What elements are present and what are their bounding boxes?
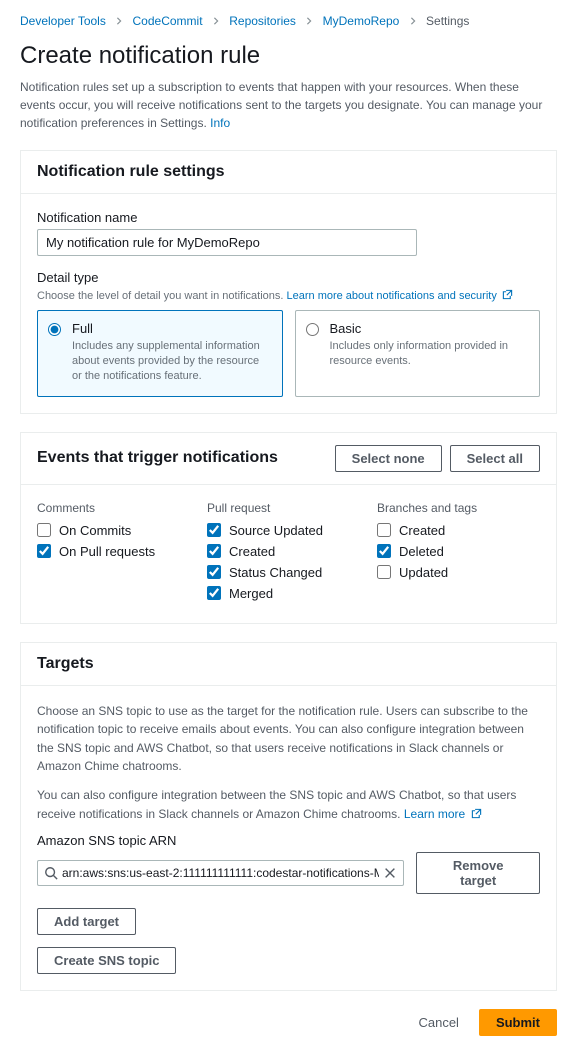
event-checkbox-row[interactable]: Created xyxy=(207,544,337,559)
crumb-codecommit[interactable]: CodeCommit xyxy=(133,14,203,28)
detail-type-learn-more-link[interactable]: Learn more about notifications and secur… xyxy=(287,290,513,302)
event-checkbox[interactable] xyxy=(377,565,391,579)
event-checkbox-row[interactable]: On Pull requests xyxy=(37,544,167,559)
event-checkbox-row[interactable]: Status Changed xyxy=(207,565,337,580)
detail-type-basic-desc: Includes only information provided in re… xyxy=(330,339,528,369)
events-column: Pull request Source Updated Created Status … xyxy=(207,501,337,607)
event-checkbox-row[interactable]: Created xyxy=(377,523,507,538)
event-checkbox-row[interactable]: Deleted xyxy=(377,544,507,559)
crumb-repositories[interactable]: Repositories xyxy=(229,14,296,28)
event-checkbox-label: Deleted xyxy=(399,544,444,559)
notification-name-input[interactable] xyxy=(37,229,417,256)
event-checkbox[interactable] xyxy=(207,586,221,600)
event-checkbox[interactable] xyxy=(37,544,51,558)
event-checkbox-label: Source Updated xyxy=(229,523,323,538)
arn-input-wrapper[interactable] xyxy=(37,860,404,886)
crumb-settings: Settings xyxy=(426,14,469,28)
event-checkbox[interactable] xyxy=(207,544,221,558)
detail-type-label: Detail type xyxy=(37,270,540,285)
detail-type-full-title: Full xyxy=(72,321,270,336)
event-checkbox[interactable] xyxy=(37,523,51,537)
event-checkbox-label: On Pull requests xyxy=(59,544,155,559)
arn-label: Amazon SNS topic ARN xyxy=(37,833,540,848)
events-column: Comments On Commits On Pull requests xyxy=(37,501,167,607)
chevron-right-icon xyxy=(409,14,417,28)
select-all-button[interactable]: Select all xyxy=(450,445,540,472)
event-checkbox[interactable] xyxy=(207,565,221,579)
submit-button[interactable]: Submit xyxy=(479,1009,557,1036)
chevron-right-icon xyxy=(212,14,220,28)
create-sns-topic-button[interactable]: Create SNS topic xyxy=(37,947,176,974)
page-title: Create notification rule xyxy=(20,42,557,70)
event-checkbox-row[interactable]: Merged xyxy=(207,586,337,601)
event-checkbox-label: Created xyxy=(399,523,445,538)
targets-paragraph-1: Choose an SNS topic to use as the target… xyxy=(37,702,540,776)
page-description: Notification rules set up a subscription… xyxy=(20,78,557,132)
form-footer: Cancel Submit xyxy=(20,1009,557,1036)
remove-target-button[interactable]: Remove target xyxy=(416,852,540,894)
detail-type-full-radio[interactable] xyxy=(48,323,61,336)
breadcrumb: Developer Tools CodeCommit Repositories … xyxy=(20,14,557,28)
event-checkbox-row[interactable]: Source Updated xyxy=(207,523,337,538)
targets-paragraph-2: You can also configure integration betwe… xyxy=(37,786,540,823)
events-column-title: Comments xyxy=(37,501,167,515)
panel-notification-rule-settings: Notification rule settings Notification … xyxy=(20,150,557,414)
events-column: Branches and tags Created Deleted Updated xyxy=(377,501,507,607)
crumb-developer-tools[interactable]: Developer Tools xyxy=(20,14,106,28)
event-checkbox-label: Updated xyxy=(399,565,448,580)
chevron-right-icon xyxy=(115,14,123,28)
events-column-title: Branches and tags xyxy=(377,501,507,515)
settings-heading: Notification rule settings xyxy=(37,163,225,181)
external-link-icon xyxy=(502,289,513,300)
events-heading: Events that trigger notifications xyxy=(37,449,278,467)
clear-icon[interactable] xyxy=(383,866,397,880)
detail-type-full-tile[interactable]: Full Includes any supplemental informati… xyxy=(37,310,283,397)
targets-heading: Targets xyxy=(37,655,94,673)
event-checkbox-label: Created xyxy=(229,544,275,559)
detail-type-hint: Choose the level of detail you want in n… xyxy=(37,289,540,302)
info-link[interactable]: Info xyxy=(210,116,230,130)
crumb-mydemorepo[interactable]: MyDemoRepo xyxy=(323,14,400,28)
cancel-button[interactable]: Cancel xyxy=(404,1009,472,1036)
chevron-right-icon xyxy=(305,14,313,28)
events-column-title: Pull request xyxy=(207,501,337,515)
event-checkbox-label: Merged xyxy=(229,586,273,601)
panel-targets: Targets Choose an SNS topic to use as th… xyxy=(20,642,557,992)
detail-type-basic-radio[interactable] xyxy=(306,323,319,336)
add-target-button[interactable]: Add target xyxy=(37,908,136,935)
arn-input[interactable] xyxy=(58,861,383,885)
event-checkbox-label: Status Changed xyxy=(229,565,322,580)
detail-type-basic-tile[interactable]: Basic Includes only information provided… xyxy=(295,310,541,397)
external-link-icon xyxy=(471,808,482,819)
event-checkbox-label: On Commits xyxy=(59,523,131,538)
event-checkbox-row[interactable]: On Commits xyxy=(37,523,167,538)
targets-learn-more-link[interactable]: Learn more xyxy=(404,807,482,821)
search-icon xyxy=(44,866,58,880)
select-none-button[interactable]: Select none xyxy=(335,445,442,472)
detail-type-basic-title: Basic xyxy=(330,321,528,336)
event-checkbox[interactable] xyxy=(377,544,391,558)
detail-type-full-desc: Includes any supplemental information ab… xyxy=(72,339,270,384)
event-checkbox[interactable] xyxy=(377,523,391,537)
event-checkbox-row[interactable]: Updated xyxy=(377,565,507,580)
panel-events: Events that trigger notifications Select… xyxy=(20,432,557,624)
event-checkbox[interactable] xyxy=(207,523,221,537)
notification-name-label: Notification name xyxy=(37,210,540,225)
